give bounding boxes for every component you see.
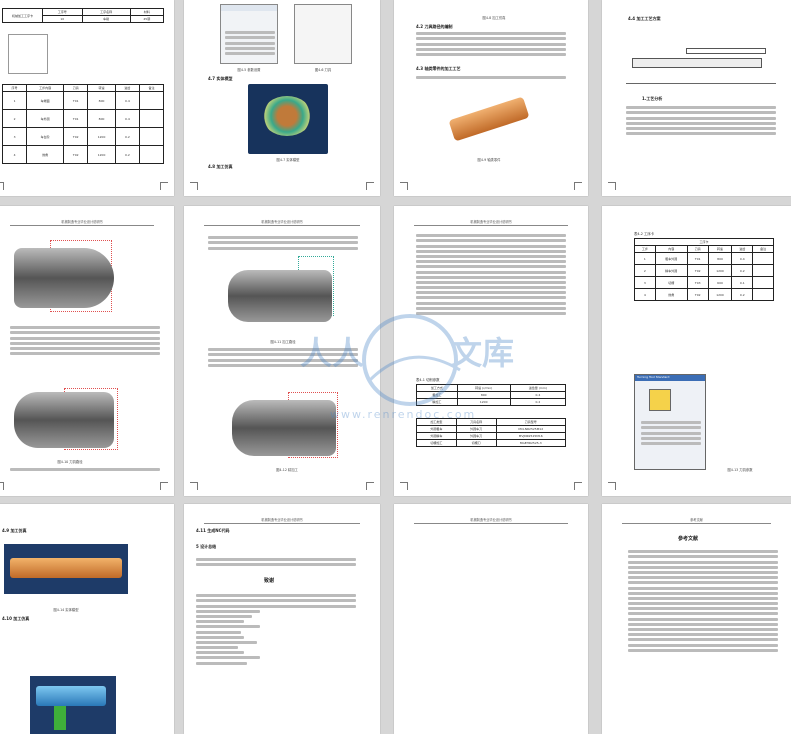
dialog-screenshot-1: [220, 4, 278, 64]
page-10: 机械制造专业毕业设计说明书 4.11 生成NC代码 5 设计总结 致谢: [184, 504, 380, 734]
lathe-diagram: [626, 44, 776, 84]
page-3: 图4-8 加工仿真 4.2 刀具路径的编制 4.3 轴类零件的加工工艺 图4-9…: [394, 0, 588, 196]
toolpath-image-2: [14, 384, 118, 456]
page-4: 4.4 加工工艺方案 1.工艺分析: [602, 0, 791, 196]
solid-model-image: [248, 84, 328, 154]
process-card-table: 机械加工工序卡 工序号 工序名称 材料 10 车削 45钢: [2, 7, 165, 24]
machining-path-image: [228, 256, 338, 336]
dialog-title: Turning Tool Standard: [635, 375, 705, 381]
page-5: 机械制造专业毕业设计说明书 图4-10 刀具路径: [0, 206, 174, 496]
page-9: 4.9 加工仿真 图4-14 实体模型 4.10 加工仿真: [0, 504, 174, 734]
finishing-image: [232, 390, 342, 466]
page-12: 参考文献 参考文献: [602, 504, 791, 734]
shaft-render-image: [4, 544, 128, 594]
page-6: 机械制造专业毕业设计说明书 图4-11 加工路径 图4-12 精加工: [184, 206, 380, 496]
page-8: 表4-2 工序卡 工序卡 工步 内容 刀具 转速 进给 备注 1 粗车外圆 T01 800 0.4…: [602, 206, 791, 496]
shaft-model-image: [444, 92, 534, 148]
part-sketch: [8, 34, 48, 74]
tool-standard-dialog: Turning Tool Standard: [634, 374, 706, 470]
cutting-params-table: 加工方式 转速 (r/min) 进给量 (mm) 粗加工 800 0.4 精加工 1200…: [416, 383, 567, 407]
process-steps-table: 序号 工步内容 刀具 转速 进给 备注 1 车端面 T01 800 0.4 2 车外圆 T01 800 0…: [1, 83, 165, 165]
simulation-image: [30, 676, 116, 734]
page-1: 机械加工工序卡 工序号 工序名称 材料 10 车削 45钢 序号 工步内容 刀具 转速 进给 备注 …: [0, 0, 174, 196]
page-11: 机械制造专业毕业设计说明书: [394, 504, 588, 734]
tool-list-table: 加工类型 刀具名称 刀具型号 外圆粗车 外圆车刀 MCLNR2525M12 外圆精车 外圆…: [416, 417, 566, 448]
process-sheet-table: 工序卡 工步 内容 刀具 转速 进给 备注 1 粗车外圆 T01 800 0.4 2 精车外圆 T02…: [634, 237, 774, 302]
dialog-screenshot-2: [294, 4, 352, 64]
page-7: 机械制造专业毕业设计说明书 表4-1 切削参数 加工方式 转速 (r/min) 进给…: [394, 206, 588, 496]
page-2: 图4-5 参数设置 图4-6 刀具 4.7 实体模型 图4-7 实体模型 4.8…: [184, 0, 380, 196]
toolpath-image-1: [10, 236, 114, 316]
